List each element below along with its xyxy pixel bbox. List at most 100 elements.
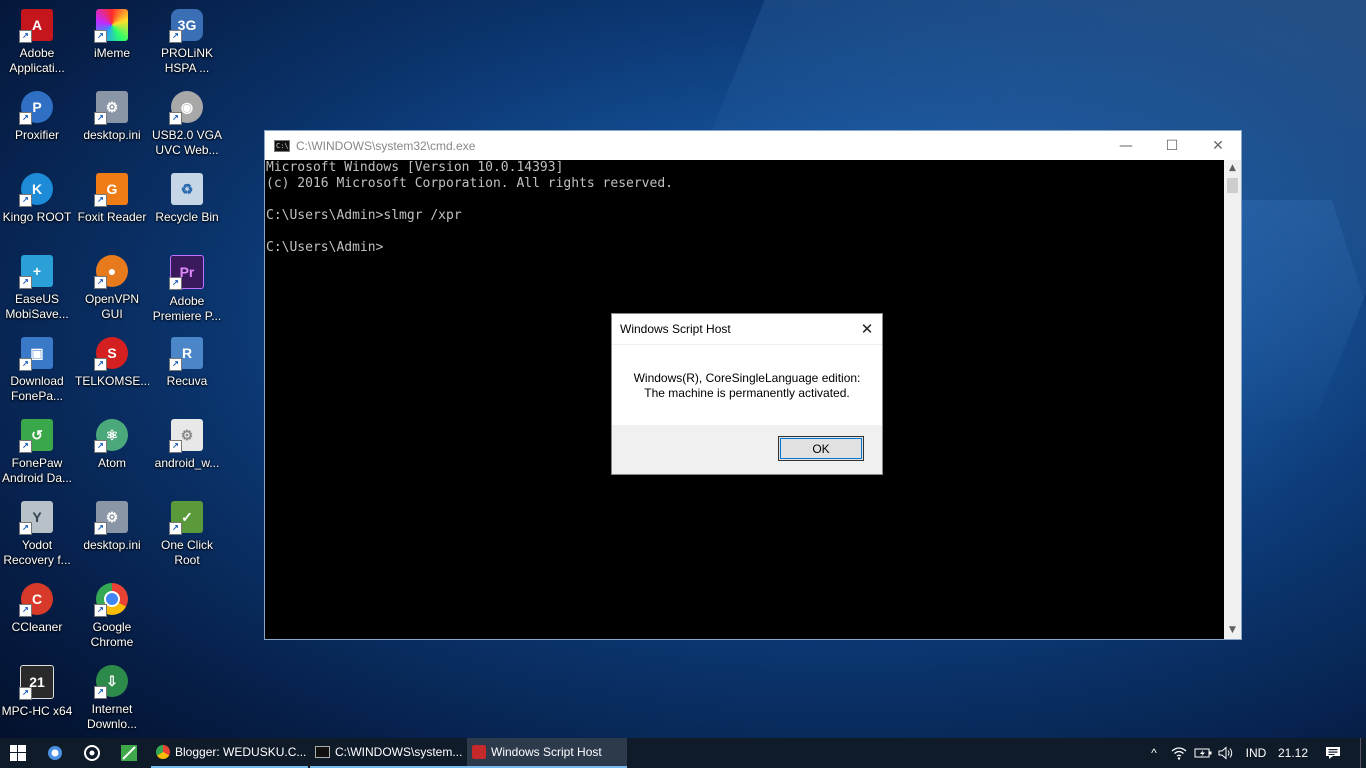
- desktop-icon-label: USB2.0 VGA UVC Web...: [151, 128, 223, 157]
- desktop-icon-label: iMeme: [93, 46, 130, 60]
- close-button[interactable]: ✕: [1195, 131, 1241, 160]
- kingo-root-icon: K ↗: [19, 173, 53, 207]
- battery-charging-icon[interactable]: [1192, 738, 1214, 768]
- taskbar-app-cmd[interactable]: C:\WINDOWS\system...: [310, 738, 467, 768]
- script-host-icon: [472, 745, 486, 759]
- cortana-icon[interactable]: [36, 738, 73, 768]
- desktop-icon-recuva[interactable]: R ↗ Recuva: [150, 333, 224, 411]
- download-fonepaw-icon: ▣ ↗: [19, 337, 53, 371]
- dialog-message-line: Windows(R), CoreSingleLanguage edition:: [633, 371, 861, 385]
- task-view-icon[interactable]: [73, 738, 110, 768]
- desktop-icon-desktop-ini[interactable]: ⚙ ↗ desktop.ini: [75, 87, 149, 165]
- desktop-icon-android-file[interactable]: ⚙ ↗ android_w...: [150, 415, 224, 493]
- pinned-app-icon[interactable]: [110, 738, 147, 768]
- ccleaner-icon: C ↗: [19, 583, 53, 617]
- desktop-icon-download-fonepaw[interactable]: ▣ ↗ Download FonePa...: [0, 333, 74, 411]
- easeus-icon: + ↗: [19, 255, 53, 289]
- desktop-icon-atom[interactable]: ⚛ ↗ Atom: [75, 415, 149, 493]
- desktop-icon-label: Recycle Bin: [155, 210, 219, 224]
- minimize-button[interactable]: —: [1103, 131, 1149, 160]
- adobe-acrobat-icon: A ↗: [19, 9, 53, 43]
- desktop-icon-recycle-bin[interactable]: ♻ Recycle Bin: [150, 169, 224, 247]
- desktop-icon-adobe-premiere[interactable]: Pr ↗ Adobe Premiere P...: [150, 251, 224, 329]
- taskbar-app-label: Windows Script Host: [491, 745, 602, 759]
- desktop-icon-label: android_w...: [154, 456, 220, 470]
- desktop-icon-label: Atom: [97, 456, 126, 470]
- google-chrome-icon: ↗: [94, 583, 128, 617]
- scrollbar-thumb[interactable]: [1227, 178, 1238, 193]
- scroll-up-icon[interactable]: ▲: [1224, 160, 1241, 177]
- desktop-icon-imeme[interactable]: ↗ iMeme: [75, 5, 149, 83]
- windows-start-icon[interactable]: [0, 738, 36, 768]
- desktop-icon-usb-webcam[interactable]: ◉ ↗ USB2.0 VGA UVC Web...: [150, 87, 224, 165]
- cmd-output: Microsoft Windows [Version 10.0.14393] (…: [266, 160, 673, 255]
- cmd-titlebar[interactable]: C:\ C:\WINDOWS\system32\cmd.exe — ☐ ✕: [265, 131, 1241, 160]
- desktop-icon-fonepaw-android[interactable]: ↺ ↗ FonePaw Android Da...: [0, 415, 74, 493]
- desktop-icon-label: Foxit Reader: [77, 210, 147, 224]
- desktop-icon-label: Recuva: [166, 374, 208, 388]
- proxifier-icon: P ↗: [19, 91, 53, 125]
- openvpn-icon: ● ↗: [94, 255, 128, 289]
- dialog-close-button[interactable]: ✕: [852, 314, 882, 344]
- desktop-icon-desktop-ini-2[interactable]: ⚙ ↗ desktop.ini: [75, 497, 149, 575]
- desktop-icon-foxit-reader[interactable]: G ↗ Foxit Reader: [75, 169, 149, 247]
- desktop-icon-label: TELKOMSE...: [75, 374, 149, 388]
- desktop-icon-easeus-mobisaver[interactable]: + ↗ EaseUS MobiSave...: [0, 251, 74, 329]
- one-click-root-icon: ✓ ↗: [169, 501, 203, 535]
- cmd-icon: [315, 746, 330, 758]
- mpc-hc-icon: 21 ↗: [19, 665, 54, 700]
- fonepaw-icon: ↺ ↗: [19, 419, 53, 453]
- desktop-icon-one-click-root[interactable]: ✓ ↗ One Click Root: [150, 497, 224, 575]
- input-language-indicator[interactable]: IND: [1240, 738, 1272, 768]
- desktop-icon-label: CCleaner: [11, 620, 63, 634]
- action-center-icon[interactable]: [1318, 738, 1348, 768]
- desktop-icon-label: Google Chrome: [90, 620, 134, 649]
- ok-button[interactable]: OK: [778, 436, 864, 461]
- desktop-icon-yodot-recovery[interactable]: Y ↗ Yodot Recovery f...: [0, 497, 74, 575]
- desktop-icon-label: Internet Downlo...: [86, 702, 138, 731]
- desktop-icon-mpc-hc[interactable]: 21 ↗ MPC-HC x64: [0, 661, 74, 739]
- android-file-icon: ⚙ ↗: [169, 419, 203, 453]
- scroll-down-icon[interactable]: ▼: [1224, 622, 1241, 639]
- desktop-icon-label: PROLiNK HSPA ...: [160, 46, 213, 75]
- vertical-scrollbar[interactable]: ▲ ▼: [1224, 160, 1241, 639]
- desktop-icon-label: Adobe Premiere P...: [152, 294, 222, 323]
- desktop-icon-label: Kingo ROOT: [2, 210, 72, 224]
- taskbar-app-script-host[interactable]: Windows Script Host: [467, 738, 627, 768]
- desktop-icon-kingo-root[interactable]: K ↗ Kingo ROOT: [0, 169, 74, 247]
- desktop-icon-prolink-hspa[interactable]: 3G ↗ PROLiNK HSPA ...: [150, 5, 224, 83]
- desktop-icon-ccleaner[interactable]: C ↗ CCleaner: [0, 579, 74, 657]
- taskbar-app-label: C:\WINDOWS\system...: [335, 745, 463, 759]
- taskbar-app-label: Blogger: WEDUSKU.C...: [175, 745, 307, 759]
- desktop-icon-label: Proxifier: [14, 128, 59, 142]
- wifi-icon[interactable]: [1168, 738, 1190, 768]
- desktop-icon-adobe-application[interactable]: A ↗ Adobe Applicati...: [0, 5, 74, 83]
- desktop-icon-internet-download-manager[interactable]: ⇩ ↗ Internet Downlo...: [75, 661, 149, 739]
- script-host-dialog[interactable]: Windows Script Host ✕ Windows(R), CoreSi…: [611, 313, 883, 475]
- dialog-message: Windows(R), CoreSingleLanguage edition: …: [612, 345, 882, 427]
- desktop-icon-proxifier[interactable]: P ↗ Proxifier: [0, 87, 74, 165]
- taskbar-app-chrome[interactable]: Blogger: WEDUSKU.C...: [151, 738, 308, 768]
- show-hidden-icons-chevron-icon[interactable]: ^: [1142, 738, 1166, 768]
- webcam-icon: ◉ ↗: [169, 91, 203, 125]
- settings-file-icon: ⚙ ↗: [94, 91, 128, 125]
- atom-icon: ⚛ ↗: [94, 419, 128, 453]
- desktop-icon-google-chrome[interactable]: ↗ Google Chrome: [75, 579, 149, 657]
- adobe-premiere-icon: Pr ↗: [169, 255, 204, 290]
- maximize-button[interactable]: ☐: [1149, 131, 1195, 160]
- internet-download-manager-icon: ⇩ ↗: [94, 665, 128, 699]
- imeme-icon: ↗: [94, 9, 128, 43]
- settings-file-icon: ⚙ ↗: [94, 501, 128, 535]
- desktop-icon-label: FonePaw Android Da...: [1, 456, 73, 485]
- desktop-icon-openvpn-gui[interactable]: ● ↗ OpenVPN GUI: [75, 251, 149, 329]
- cmd-icon: C:\: [274, 139, 290, 152]
- volume-icon[interactable]: [1215, 738, 1237, 768]
- desktop-icon-label: Yodot Recovery f...: [3, 538, 71, 567]
- desktop-icon-label: Adobe Applicati...: [9, 46, 65, 75]
- show-desktop-button[interactable]: [1360, 738, 1366, 768]
- clock[interactable]: 21.12: [1272, 738, 1314, 768]
- desktop-icon-telkomsel[interactable]: S ↗ TELKOMSE...: [75, 333, 149, 411]
- dialog-message-line: The machine is permanently activated.: [644, 386, 850, 400]
- dialog-titlebar[interactable]: Windows Script Host ✕: [612, 314, 882, 345]
- yodot-icon: Y ↗: [19, 501, 53, 535]
